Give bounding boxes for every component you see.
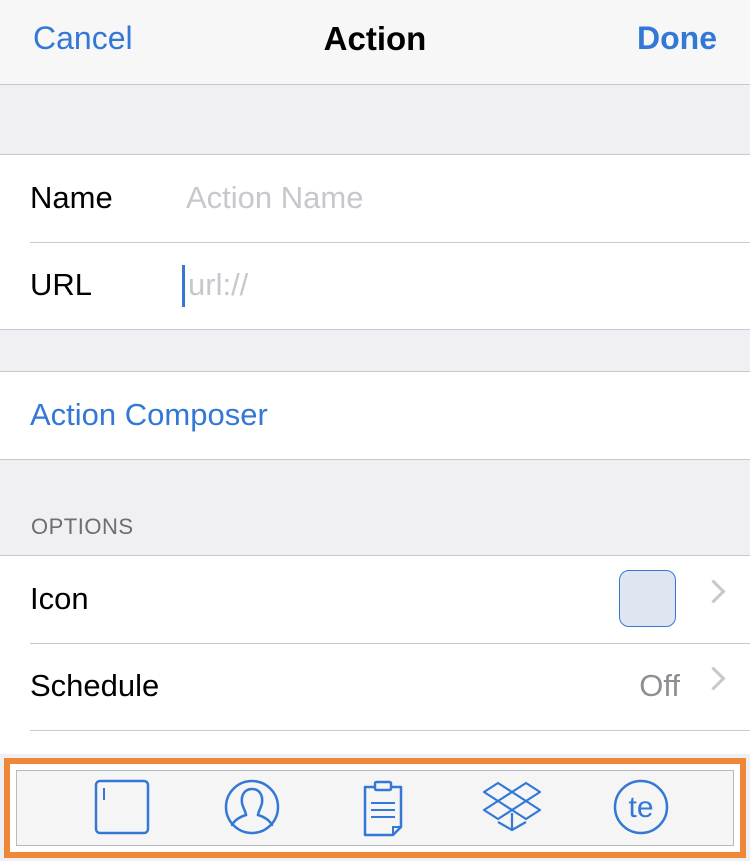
cancel-button[interactable]: Cancel bbox=[33, 20, 133, 57]
options-section-header: OPTIONS bbox=[31, 514, 134, 539]
navigation-bar: Action Cancel Done bbox=[0, 0, 750, 85]
action-name-input[interactable] bbox=[186, 179, 706, 217]
url-input[interactable] bbox=[188, 266, 708, 304]
toolbar-highlight-frame: te bbox=[4, 758, 746, 858]
contact-icon[interactable] bbox=[222, 779, 282, 839]
cursor-box-icon[interactable] bbox=[92, 779, 152, 839]
name-label: Name bbox=[30, 180, 113, 215]
url-label: URL bbox=[30, 267, 93, 302]
action-composer-row[interactable]: Action Composer bbox=[0, 372, 750, 459]
textexpander-icon[interactable]: te bbox=[611, 779, 671, 839]
chevron-right-icon bbox=[701, 579, 726, 604]
action-composer-link[interactable]: Action Composer bbox=[30, 397, 268, 433]
clipboard-icon[interactable] bbox=[353, 779, 413, 839]
icon-preview[interactable] bbox=[619, 570, 676, 627]
url-row: URL bbox=[0, 242, 750, 329]
action-details-group: Name URL bbox=[0, 154, 750, 330]
options-group: Icon Schedule Off bbox=[0, 555, 750, 754]
schedule-row[interactable]: Schedule Off bbox=[0, 643, 750, 730]
name-row: Name bbox=[0, 155, 750, 242]
keyboard-accessory-toolbar: te bbox=[16, 770, 734, 846]
done-button[interactable]: Done bbox=[637, 20, 717, 57]
composer-group: Action Composer bbox=[0, 371, 750, 460]
empty-row bbox=[0, 730, 750, 754]
icon-row[interactable]: Icon bbox=[0, 556, 750, 643]
schedule-label: Schedule bbox=[30, 668, 160, 703]
chevron-right-icon bbox=[701, 666, 726, 691]
textexpander-label: te bbox=[628, 791, 653, 824]
text-cursor bbox=[182, 265, 185, 307]
schedule-value: Off bbox=[639, 668, 680, 703]
dropbox-icon[interactable] bbox=[482, 779, 542, 839]
icon-label: Icon bbox=[30, 581, 89, 616]
